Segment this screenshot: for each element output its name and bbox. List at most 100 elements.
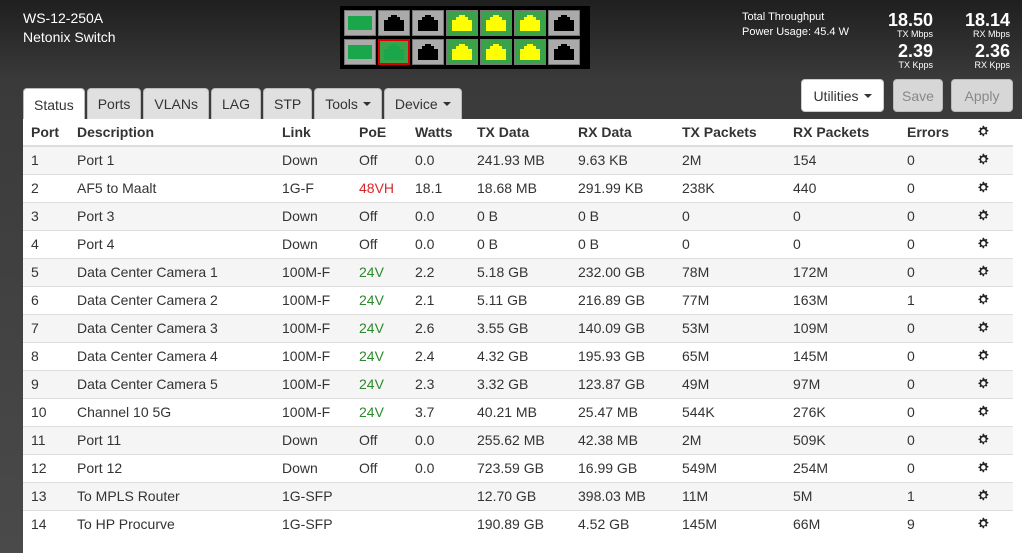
switch-port-top-7[interactable] (548, 10, 580, 36)
gear-icon[interactable] (977, 320, 989, 336)
cell-watts: 0.0 (407, 145, 469, 174)
table-row[interactable]: 9 Data Center Camera 5 100M-F 24V 2.3 3.32 GB… (23, 369, 1013, 398)
switch-port-bottom-4[interactable] (446, 39, 478, 65)
table-row[interactable]: 2 AF5 to Maalt 1G-F 48VH 18.1 18.68 MB 291.99 … (23, 173, 1013, 202)
cell-rx-packets: 145M (785, 341, 899, 370)
table-row[interactable]: 3 Port 3 Down Off 0.0 0 B0 B000 (23, 201, 1013, 230)
apply-button[interactable]: Apply (951, 79, 1013, 112)
cell-rx-data: 0 B (570, 201, 674, 230)
port-settings-cell[interactable] (969, 173, 1013, 202)
switch-port-top-5[interactable] (480, 10, 512, 36)
rx-kpps-value: 2.36 (974, 41, 1010, 61)
cell-tx-data: 3.55 GB (469, 313, 570, 342)
tab-status[interactable]: Status (23, 88, 85, 120)
table-row[interactable]: 12 Port 12 Down Off 0.0 723.59 GB 16.99 GB 549M… (23, 453, 1013, 482)
table-row[interactable]: 8 Data Center Camera 4 100M-F 24V 2.4 4.32 GB… (23, 341, 1013, 370)
switch-port-bottom-6[interactable] (514, 39, 546, 65)
port-settings-cell[interactable] (969, 453, 1013, 482)
cell-description: AF5 to Maalt (69, 173, 274, 202)
switch-port-bottom-3[interactable] (412, 39, 444, 65)
port-settings-cell[interactable] (969, 201, 1013, 230)
table-row[interactable]: 10 Channel 10 5G 100M-F 24V 3.7 40.21 MB 25.47… (23, 397, 1013, 426)
gear-icon[interactable] (977, 432, 989, 448)
table-row[interactable]: 14 To HP Procurve 1G-SFP 190.89 GB 4.52 GB 14… (23, 509, 1013, 538)
switch-port-bottom-2[interactable] (378, 39, 410, 65)
gear-icon[interactable] (977, 460, 989, 476)
gear-icon[interactable] (977, 180, 989, 196)
table-row[interactable]: 13 To MPLS Router 1G-SFP 12.70 GB 398.03 MB 1… (23, 481, 1013, 510)
cell-watts: 2.3 (407, 369, 469, 398)
gear-icon[interactable] (977, 124, 989, 140)
cell-port: 7 (23, 313, 69, 342)
gear-icon[interactable] (977, 208, 989, 224)
switch-port-top-3[interactable] (412, 10, 444, 36)
column-header-tx-data: TX Data (469, 119, 570, 147)
port-settings-cell[interactable] (969, 257, 1013, 286)
throughput-summary: Total Throughput Power Usage: 45.4 W (742, 10, 849, 40)
utilities-button[interactable]: Utilities (801, 79, 884, 112)
port-settings-cell[interactable] (969, 341, 1013, 370)
port-settings-cell[interactable] (969, 145, 1013, 174)
gear-icon[interactable] (977, 348, 989, 364)
cell-link: 1G-F (274, 173, 351, 202)
tab-ports[interactable]: Ports (86, 88, 142, 119)
switch-port-top-2[interactable] (378, 10, 410, 36)
column-settings-header[interactable] (969, 119, 1013, 147)
cell-tx-data: 0 B (469, 201, 570, 230)
cell-tx-packets: 145M (674, 509, 785, 538)
cell-tx-data: 4.32 GB (469, 341, 570, 370)
table-row[interactable]: 7 Data Center Camera 3 100M-F 24V 2.6 3.55 GB… (23, 313, 1013, 342)
cell-port: 4 (23, 229, 69, 258)
switch-port-bottom-5[interactable] (480, 39, 512, 65)
cell-link: 100M-F (274, 369, 351, 398)
port-settings-cell[interactable] (969, 313, 1013, 342)
throughput-label: Total Throughput (742, 11, 825, 23)
rx-kpps-stat: 2.36 RX Kpps (960, 42, 1010, 70)
port-settings-cell[interactable] (969, 369, 1013, 398)
port-settings-cell[interactable] (969, 425, 1013, 454)
cell-description: To HP Procurve (69, 509, 274, 538)
table-row[interactable]: 11 Port 11 Down Off 0.0 255.62 MB 42.38 MB 2M 50… (23, 425, 1013, 454)
gear-icon[interactable] (977, 236, 989, 252)
save-button[interactable]: Save (893, 79, 943, 112)
table-row[interactable]: 1 Port 1 Down Off 0.0 241.93 MB 9.63 KB 2M 154 0 (23, 145, 1013, 174)
tab-stp[interactable]: STP (262, 88, 313, 119)
switch-port-top-4[interactable] (446, 10, 478, 36)
gear-icon[interactable] (977, 152, 989, 168)
cell-link: Down (274, 201, 351, 230)
cell-link: 100M-F (274, 285, 351, 314)
cell-errors: 0 (899, 201, 969, 230)
cell-errors: 0 (899, 257, 969, 286)
port-settings-cell[interactable] (969, 229, 1013, 258)
port-settings-cell[interactable] (969, 397, 1013, 426)
caret-down-icon (362, 102, 371, 106)
table-row[interactable]: 6 Data Center Camera 2 100M-F 24V 2.1 5.11 GB… (23, 285, 1013, 314)
gear-icon[interactable] (977, 488, 989, 504)
port-settings-cell[interactable] (969, 481, 1013, 510)
cell-description: Port 4 (69, 229, 274, 258)
port-settings-cell[interactable] (969, 285, 1013, 314)
cell-description: Channel 10 5G (69, 397, 274, 426)
tab-lag[interactable]: LAG (210, 88, 261, 119)
gear-icon[interactable] (977, 376, 989, 392)
gear-icon[interactable] (977, 404, 989, 420)
gear-icon[interactable] (977, 264, 989, 280)
port-settings-cell[interactable] (969, 509, 1013, 538)
switch-port-top-1[interactable] (344, 10, 376, 36)
gear-icon[interactable] (977, 516, 989, 532)
tab-vlans[interactable]: VLANs (143, 88, 209, 119)
port-panel[interactable] (340, 6, 590, 69)
gear-icon[interactable] (977, 292, 989, 308)
tab-tools[interactable]: Tools (314, 88, 382, 119)
table-row[interactable]: 5 Data Center Camera 1 100M-F 24V 2.2 5.18 GB… (23, 257, 1013, 286)
cell-port: 8 (23, 341, 69, 370)
cell-poe: 24V (351, 257, 407, 286)
device-name: Netonix Switch (23, 29, 116, 45)
switch-port-top-6[interactable] (514, 10, 546, 36)
cell-port: 11 (23, 425, 69, 454)
switch-port-bottom-1[interactable] (344, 39, 376, 65)
tx-kpps-value: 2.39 (897, 41, 933, 61)
tab-device[interactable]: Device (383, 88, 462, 119)
switch-port-bottom-7[interactable] (548, 39, 580, 65)
table-row[interactable]: 4 Port 4 Down Off 0.0 0 B0 B000 (23, 229, 1013, 258)
